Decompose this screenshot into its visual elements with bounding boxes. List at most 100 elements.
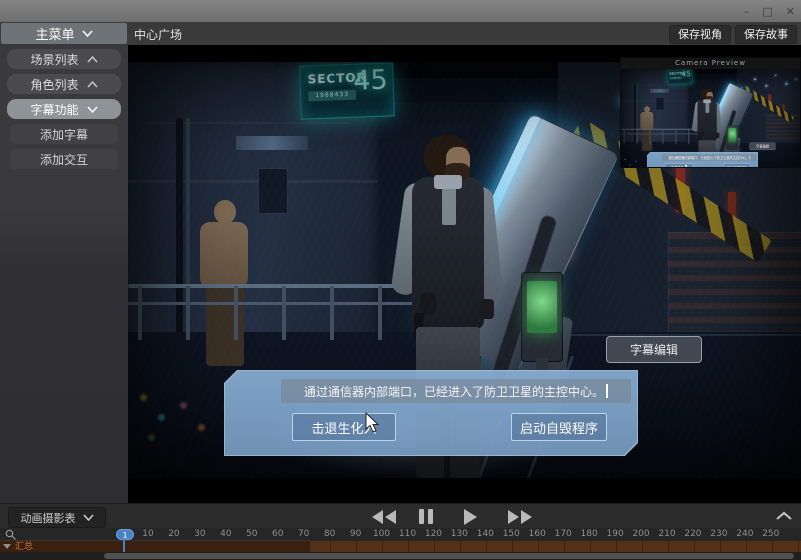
subtitle-text: 通过通信器内部端口，已经进入了防卫卫星的主控中心。 — [668, 155, 749, 160]
frame-tick-label: 110 — [399, 529, 416, 540]
neon-sign-number: 45 — [353, 65, 388, 97]
chevron-up-icon — [87, 81, 98, 88]
subtitle-text: 通过通信器内部端口，已经进入了防卫卫星的主控中心。 — [304, 383, 604, 400]
character-hand — [715, 133, 719, 138]
frame-tick-label: 190 — [607, 529, 624, 540]
frame-tick-label: 40 — [220, 529, 231, 540]
playhead-line[interactable] — [123, 538, 125, 552]
rewind-icon — [372, 510, 383, 524]
frame-tick-label: 160 — [529, 529, 546, 540]
railing-post — [234, 286, 238, 340]
main-menu-button[interactable]: 主菜单 — [1, 23, 127, 44]
subtitle-edit-button[interactable]: 字幕编辑 — [606, 336, 702, 363]
add-subtitle-button[interactable]: 添加字幕 — [10, 124, 118, 144]
main-menu-label: 主菜单 — [35, 24, 74, 43]
graffiti-speck — [635, 160, 637, 162]
sidebar-item-label: 角色列表 — [30, 76, 78, 93]
choice-button-right[interactable]: 启动自毁程序 — [724, 163, 750, 167]
building-panel-line — [621, 101, 688, 102]
pause-icon — [419, 509, 424, 524]
sector-neon-sign: SECTOR 45 1988433 — [299, 62, 395, 119]
npc-torso — [640, 112, 653, 130]
frame-tick-label: 120 — [425, 529, 442, 540]
maximize-button[interactable]: □ — [762, 5, 772, 18]
fast-forward-button[interactable] — [508, 508, 532, 525]
scene-name-label: 中心广场 — [134, 26, 182, 43]
rewind-button[interactable] — [372, 508, 396, 525]
light-flare — [795, 79, 796, 80]
frame-tick-label: 100 — [373, 529, 390, 540]
camera-preview-window: Camera Preview SECTOR 45 — [620, 57, 801, 168]
frame-tick-label: 210 — [658, 529, 675, 540]
subtitle-text-input[interactable]: 通过通信器内部端口，已经进入了防卫卫星的主控中心。 — [281, 379, 631, 403]
graffiti-speck — [640, 166, 642, 167]
choice-button-left[interactable]: 击退生化人 — [665, 163, 693, 167]
text-caret — [750, 156, 751, 160]
window-controls: – □ ✕ — [744, 0, 795, 22]
railing-post — [650, 129, 651, 144]
fast-forward-icon — [521, 510, 532, 524]
horizontal-scrollbar[interactable] — [104, 553, 794, 559]
expand-triangle-icon[interactable] — [3, 544, 11, 549]
close-button[interactable]: ✕ — [786, 5, 795, 18]
terminal-screen — [728, 128, 736, 142]
add-interaction-button[interactable]: 添加交互 — [10, 149, 118, 169]
frame-tick-label: 50 — [246, 529, 257, 540]
graffiti-speck — [148, 434, 155, 441]
frame-tick-label: 60 — [272, 529, 283, 540]
sidebar-item-subtitle-function[interactable]: 字幕功能 — [7, 99, 121, 119]
railing-post — [662, 129, 663, 144]
frame-tick-label: 130 — [451, 529, 468, 540]
building-panel-line — [128, 180, 378, 183]
camera-preview-title: Camera Preview — [621, 58, 800, 69]
viewport: SECTOR 45 1988433 — [128, 45, 801, 503]
character-hand — [478, 299, 494, 319]
sidebar-item-label: 场景列表 — [30, 51, 78, 68]
fast-forward-icon — [508, 510, 519, 524]
dialogue-panel: 通过通信器内部端口，已经进入了防卫卫星的主控中心。 击退生化人 启动自毁程序 — [224, 370, 638, 456]
subtitle-edit-button[interactable]: 字幕编辑 — [750, 143, 776, 150]
minimize-button[interactable]: – — [744, 5, 750, 18]
editor-type-dropdown[interactable]: 动画摄影表 — [8, 507, 106, 528]
choice-button-right[interactable]: 启动自毁程序 — [511, 413, 607, 441]
character-shirt — [442, 185, 456, 225]
subtitle-text-input[interactable]: 通过通信器内部端口，已经进入了防卫卫星的主控中心。 — [662, 154, 756, 160]
wall-light-strip — [236, 136, 308, 150]
play-button[interactable] — [464, 508, 477, 525]
railing-post — [138, 286, 142, 340]
summary-channel-row[interactable]: 汇总 — [0, 541, 310, 552]
wall-light-strip — [650, 89, 669, 93]
play-icon — [464, 509, 477, 525]
mouse-cursor-icon — [364, 412, 380, 434]
railing-post — [688, 129, 689, 144]
collapse-panel-button[interactable] — [775, 510, 793, 522]
railing-post — [624, 129, 625, 144]
green-terminal — [521, 272, 563, 362]
wall-pipe — [634, 84, 636, 148]
camera-preview-body: SECTOR 45 1988433 — [621, 69, 800, 167]
mouse-cursor-icon — [684, 163, 688, 167]
pause-icon — [428, 509, 433, 524]
wall-pipe — [176, 118, 183, 356]
npc-character — [198, 200, 250, 366]
save-view-button[interactable]: 保存视角 — [669, 25, 731, 44]
choice-button-left[interactable]: 击退生化人 — [292, 413, 396, 441]
frame-tick-label: 30 — [194, 529, 205, 540]
summary-channel-label: 汇总 — [15, 542, 33, 552]
sidebar-item-scene-list[interactable]: 场景列表 — [7, 49, 121, 69]
frame-tick-label: 170 — [555, 529, 572, 540]
graffiti-speck — [180, 402, 187, 409]
character-shirt — [705, 102, 709, 113]
wall-vent-box — [258, 168, 288, 214]
frame-tick-label: 70 — [298, 529, 309, 540]
pause-button[interactable] — [419, 508, 433, 525]
frame-ruler[interactable]: 1 10203040506070809010011012013014015016… — [0, 528, 801, 541]
light-flare — [754, 78, 756, 80]
chevron-down-icon — [82, 30, 93, 37]
dope-sheet-track[interactable] — [310, 541, 801, 552]
current-frame-indicator[interactable]: 1 — [116, 529, 134, 540]
light-flare — [766, 85, 767, 86]
graffiti-speck — [624, 158, 626, 160]
save-story-button[interactable]: 保存故事 — [735, 25, 797, 44]
sidebar-item-character-list[interactable]: 角色列表 — [7, 74, 121, 94]
